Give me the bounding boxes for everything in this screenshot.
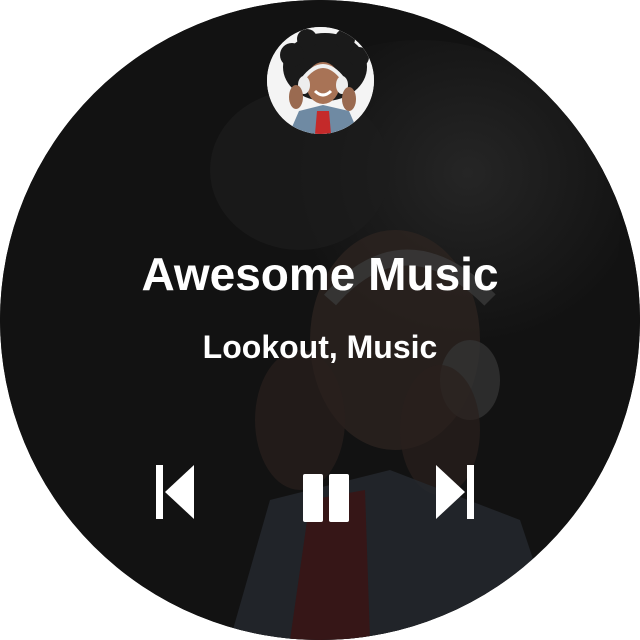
music-player-watch-face: Awesome Music Lookout, Music [0, 0, 640, 640]
skip-next-icon [436, 465, 474, 519]
pause-icon [303, 474, 349, 522]
album-art-image [267, 27, 374, 134]
skip-previous-icon [156, 465, 194, 519]
pause-button[interactable] [297, 462, 357, 522]
album-art[interactable] [267, 27, 374, 134]
previous-track-button[interactable] [145, 462, 205, 522]
track-title: Awesome Music [141, 248, 499, 300]
next-track-button[interactable] [425, 462, 485, 522]
track-artist: Lookout, Music [202, 329, 438, 365]
